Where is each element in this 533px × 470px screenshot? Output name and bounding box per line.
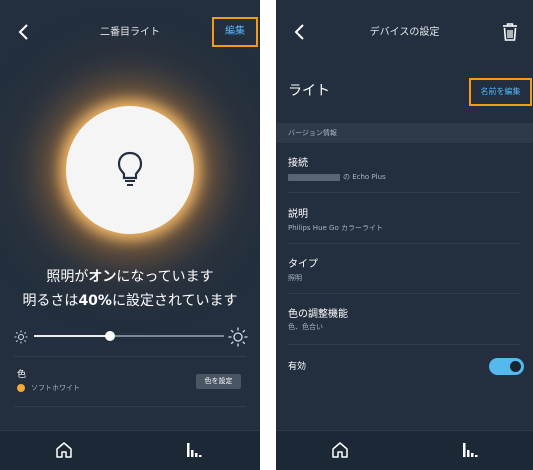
divider xyxy=(288,293,520,294)
light-detail-screen: 二番目ライト 編集 照明がオンになっています 明るさは40%に設定されています xyxy=(0,0,260,470)
connection-title: 接続 xyxy=(288,158,308,169)
page-title: デバイスの設定 xyxy=(369,27,440,38)
bottom-nav xyxy=(276,430,533,470)
redacted-text xyxy=(288,173,340,181)
toggle-knob xyxy=(510,361,521,372)
home-icon[interactable] xyxy=(54,440,74,460)
device-settings-screen: デバイスの設定 ライト 名前を編集 バージョン情報 接続 の Echo Plus… xyxy=(276,0,533,470)
color-capability-title: 色の調整機能 xyxy=(288,309,348,320)
color-swatch xyxy=(17,384,25,392)
sun-small-icon xyxy=(14,330,28,344)
enabled-toggle[interactable] xyxy=(489,358,524,375)
device-name: ライト xyxy=(288,83,330,99)
edit-button[interactable]: 編集 xyxy=(212,17,258,47)
set-color-button[interactable]: 色を設定 xyxy=(196,374,241,389)
sun-large-icon xyxy=(228,327,248,347)
divider xyxy=(288,192,520,193)
light-toggle-orb[interactable] xyxy=(66,106,194,234)
stats-icon[interactable] xyxy=(461,441,479,459)
stats-icon[interactable] xyxy=(185,441,203,459)
header: 二番目ライト 編集 xyxy=(0,0,260,62)
connection-value: の Echo Plus xyxy=(288,172,386,182)
brightness-status-text: 明るさは40%に設定されています xyxy=(22,293,238,309)
divider xyxy=(14,356,246,357)
divider xyxy=(288,344,520,345)
power-status-text: 照明がオンになっています xyxy=(46,269,214,285)
current-color-name: ソフトホワイト xyxy=(31,384,80,392)
color-label: 色 xyxy=(17,370,27,380)
type-value: 照明 xyxy=(288,274,302,282)
type-title: タイプ xyxy=(288,259,318,270)
header: デバイスの設定 xyxy=(276,0,533,62)
bulb-icon xyxy=(117,151,143,186)
home-icon[interactable] xyxy=(330,440,350,460)
section-header: バージョン情報 xyxy=(276,123,533,143)
color-capability-value: 色、色合い xyxy=(288,323,323,331)
rename-button[interactable]: 名前を編集 xyxy=(469,78,532,106)
slider-fill xyxy=(34,335,110,337)
enabled-label: 有効 xyxy=(288,362,307,372)
bottom-nav xyxy=(0,430,260,470)
slider-thumb[interactable] xyxy=(105,331,115,341)
description-value: Philips Hue Go カラーライト xyxy=(288,224,383,232)
description-title: 説明 xyxy=(288,209,308,220)
divider xyxy=(288,243,520,244)
brightness-slider[interactable] xyxy=(34,330,224,344)
divider xyxy=(14,406,246,407)
trash-icon[interactable] xyxy=(501,22,519,42)
